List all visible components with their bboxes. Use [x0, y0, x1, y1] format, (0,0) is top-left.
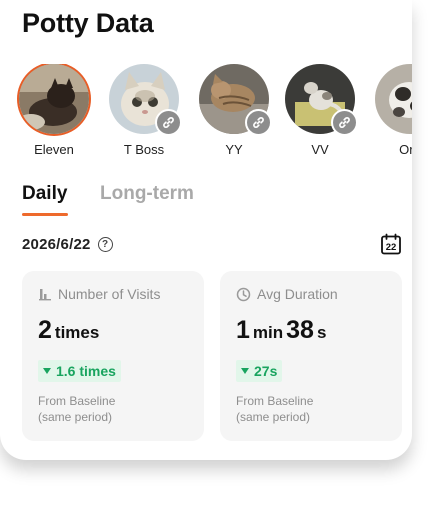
duration-seconds: 38: [286, 316, 314, 344]
arrow-down-icon: [241, 368, 249, 374]
visits-delta-value: 1.6 times: [56, 363, 116, 379]
selected-date: 2026/6/22: [22, 236, 91, 253]
pet-item-vv[interactable]: VV: [282, 64, 358, 157]
potty-data-card: Potty Data Eleven T Boss YY VV Or Daily …: [0, 0, 412, 460]
link-icon: [155, 109, 182, 136]
baseline-line: From Baseline: [236, 394, 314, 408]
avatar: [19, 64, 89, 134]
active-tab-indicator: [22, 213, 68, 216]
avatar: [199, 64, 272, 136]
duration-minutes: 1: [236, 316, 250, 344]
visits-unit: times: [54, 323, 100, 342]
pet-name: Eleven: [34, 142, 74, 157]
link-icon: [245, 109, 272, 136]
bar-chart-icon: [39, 289, 51, 301]
duration-stat-title: Avg Duration: [257, 286, 338, 302]
duration-stat-header: Avg Duration: [236, 286, 338, 302]
tab-long-term[interactable]: Long-term: [100, 183, 194, 205]
duration-value: 1 min 38 s: [236, 316, 329, 345]
link-icon: [331, 109, 358, 136]
question-circle-icon[interactable]: ?: [97, 237, 113, 252]
visits-stat-header: Number of Visits: [38, 286, 160, 302]
avatar: [375, 64, 412, 134]
duration-min-unit: min: [252, 323, 284, 342]
duration-delta-badge: 27s: [236, 360, 283, 382]
pet-item-ore[interactable]: Ore: [372, 64, 412, 157]
duration-stat-card[interactable]: Avg Duration 1 min 38 s 27s From Baseline (…: [220, 271, 402, 441]
pet-selector[interactable]: Eleven T Boss YY VV Or: [0, 64, 412, 164]
calendar-icon[interactable]: 22: [380, 233, 402, 260]
page-title: Potty Data: [22, 8, 154, 38]
duration-sec-unit: s: [316, 323, 327, 342]
pet-item-eleven[interactable]: Eleven: [16, 64, 92, 157]
visits-value: 2 times: [38, 316, 102, 345]
arrow-down-icon: [43, 368, 51, 374]
baseline-period: (same period): [236, 410, 311, 424]
clock-icon: [236, 287, 251, 301]
baseline-period: (same period): [38, 410, 113, 424]
pet-item-t-boss[interactable]: T Boss: [106, 64, 182, 157]
duration-baseline-note: From Baseline (same period): [236, 393, 313, 425]
tab-daily[interactable]: Daily: [22, 183, 67, 205]
baseline-line: From Baseline: [38, 394, 116, 408]
pet-name: Ore: [399, 142, 412, 157]
pet-name: YY: [225, 142, 243, 157]
pet-name: T Boss: [123, 142, 165, 157]
pet-item-yy[interactable]: YY: [196, 64, 272, 157]
calendar-day: 22: [386, 242, 397, 253]
visits-baseline-note: From Baseline (same period): [38, 393, 115, 425]
duration-delta-value: 27s: [254, 363, 278, 379]
visits-stat-title: Number of Visits: [58, 286, 161, 302]
visits-stat-card[interactable]: Number of Visits 2 times 1.6 times From B…: [22, 271, 204, 441]
avatar: [109, 64, 182, 136]
visits-delta-badge: 1.6 times: [38, 360, 121, 382]
pet-name: VV: [311, 142, 329, 157]
avatar: [285, 64, 358, 136]
visits-count: 2: [38, 316, 52, 344]
date-row: 2026/6/22 ?: [22, 236, 113, 253]
